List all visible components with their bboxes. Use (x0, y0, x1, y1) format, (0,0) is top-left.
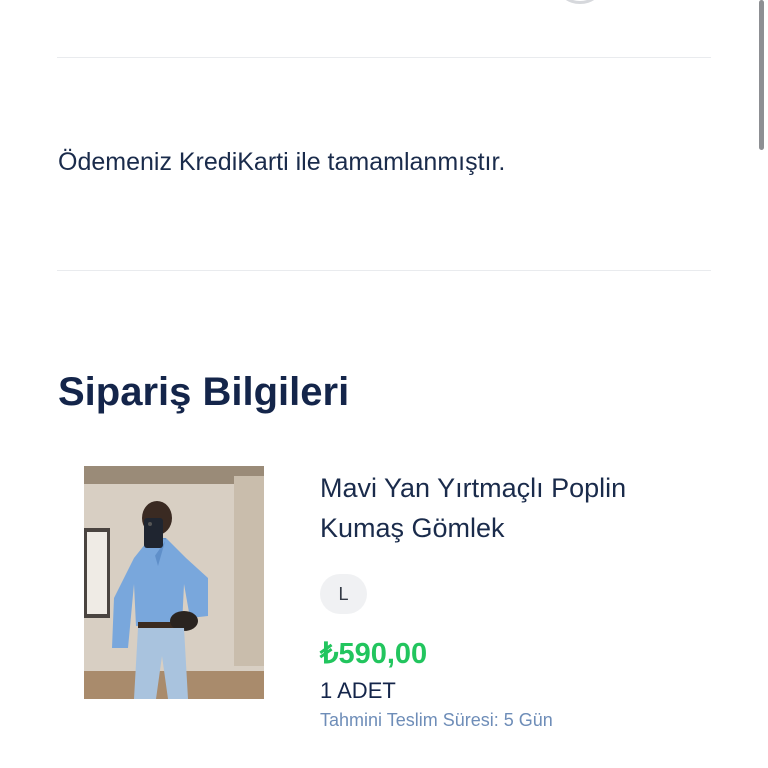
order-confirmation-page: Ödemeniz KrediKarti ile tamamlanmıştır. … (0, 0, 768, 768)
size-badge: L (320, 574, 367, 614)
product-quantity: 1 ADET (320, 678, 396, 703)
scrollbar-thumb[interactable] (759, 0, 764, 150)
delivery-estimate: Tahmini Teslim Süresi: 5 Gün (320, 710, 553, 730)
product-name[interactable]: Mavi Yan Yırtmaçlı Poplin Kumaş Gömlek (320, 468, 700, 548)
product-photo (84, 466, 264, 699)
divider (57, 57, 711, 58)
order-info-title: Sipariş Bilgileri (58, 370, 350, 414)
payment-status-message: Ödemeniz KrediKarti ile tamamlanmıştır. (58, 148, 506, 176)
product-image[interactable] (84, 466, 264, 699)
product-price: ₺590,00 (320, 638, 428, 670)
circle-icon (558, 0, 602, 4)
divider (57, 270, 711, 271)
